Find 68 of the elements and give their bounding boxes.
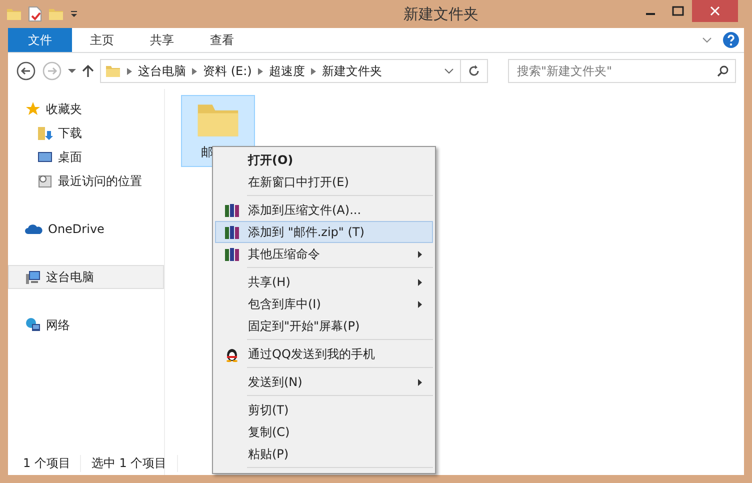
menu-item[interactable]: 发送到(N) bbox=[215, 371, 433, 393]
ribbon-tab[interactable]: 共享 bbox=[136, 28, 188, 52]
refresh-icon[interactable] bbox=[467, 64, 481, 78]
submenu-arrow-icon bbox=[418, 378, 422, 386]
document-check-icon bbox=[28, 6, 42, 22]
submenu-arrow-icon bbox=[418, 278, 422, 286]
breadcrumb[interactable]: 资料 (E:) bbox=[203, 62, 252, 80]
menu-item[interactable]: 添加到 "邮件.zip" (T) bbox=[215, 221, 433, 243]
cloud-icon bbox=[25, 222, 43, 236]
star-icon bbox=[25, 101, 41, 117]
menu-item[interactable]: 在新窗口中打开(E) bbox=[215, 171, 433, 193]
folder-icon bbox=[48, 6, 64, 22]
breadcrumb[interactable]: 超速度 bbox=[268, 62, 305, 80]
help-icon[interactable] bbox=[722, 31, 740, 49]
breadcrumb-arrow-icon bbox=[192, 68, 197, 74]
penguin-icon bbox=[224, 346, 240, 362]
breadcrumb-arrow-icon bbox=[127, 68, 132, 74]
download-folder-icon bbox=[37, 125, 53, 141]
chevron-down-icon bbox=[702, 36, 712, 44]
ribbon-tab[interactable]: 文件 bbox=[8, 28, 72, 52]
breadcrumb-arrow-icon bbox=[310, 68, 316, 74]
menu-item[interactable]: 包含到库中(I) bbox=[215, 293, 433, 315]
menu-item[interactable]: 剪切(T) bbox=[215, 399, 433, 421]
books-icon bbox=[224, 202, 240, 218]
recent-places-icon bbox=[37, 173, 53, 189]
status-text: 选中 1 个项目 bbox=[81, 454, 178, 472]
network-icon bbox=[25, 317, 41, 333]
maximize-icon bbox=[672, 6, 684, 16]
menu-item[interactable]: 固定到"开始"屏幕(P) bbox=[215, 315, 433, 337]
breadcrumb[interactable]: 新建文件夹 bbox=[322, 62, 382, 80]
search-icon bbox=[717, 65, 729, 77]
sidebar-item[interactable]: 桌面 bbox=[8, 145, 164, 169]
computer-icon bbox=[25, 269, 41, 285]
menu-item[interactable]: 复制(C) bbox=[215, 421, 433, 443]
up-arrow-icon[interactable] bbox=[82, 64, 94, 78]
chevron-down-icon bbox=[444, 67, 454, 75]
breadcrumb-arrow-icon bbox=[258, 68, 263, 74]
sidebar-item[interactable]: 最近访问的位置 bbox=[8, 169, 164, 193]
folder-icon bbox=[6, 6, 22, 22]
folder-icon bbox=[105, 63, 121, 79]
sidebar-item[interactable]: 这台电脑 bbox=[8, 265, 164, 289]
status-text: 1 个项目 bbox=[13, 454, 82, 472]
minimize-icon bbox=[646, 13, 654, 15]
close-icon bbox=[710, 6, 720, 16]
ribbon-tab[interactable]: 查看 bbox=[196, 28, 248, 52]
close-button[interactable] bbox=[692, 0, 738, 22]
breadcrumb[interactable]: 这台电脑 bbox=[138, 62, 186, 80]
submenu-arrow-icon bbox=[418, 250, 422, 258]
menu-item[interactable]: 其他压缩命令 bbox=[215, 243, 433, 265]
menu-item[interactable]: 通过QQ发送到我的手机 bbox=[215, 343, 433, 365]
sidebar-item[interactable]: 下载 bbox=[8, 121, 164, 145]
sidebar-item[interactable]: 网络 bbox=[8, 313, 164, 337]
dropdown-icon bbox=[70, 10, 78, 18]
books-icon bbox=[224, 224, 240, 240]
window-title: 新建文件夹 bbox=[402, 4, 480, 24]
submenu-arrow-icon bbox=[418, 300, 422, 308]
books-icon bbox=[224, 246, 240, 262]
sidebar-item[interactable]: OneDrive bbox=[8, 217, 164, 241]
address-bar[interactable]: 这台电脑 资料 (E:) 超速度 新建文件夹 bbox=[100, 59, 488, 83]
menu-item[interactable]: 共享(H) bbox=[215, 271, 433, 293]
monitor-icon bbox=[37, 149, 53, 165]
menu-item[interactable]: 添加到压缩文件(A)... bbox=[215, 199, 433, 221]
search-field[interactable]: 搜索"新建文件夹" bbox=[508, 59, 736, 83]
sidebar-item[interactable]: 收藏夹 bbox=[8, 97, 164, 121]
recent-locations-dropdown-icon[interactable] bbox=[68, 68, 76, 74]
ribbon-tab[interactable]: 主页 bbox=[76, 28, 128, 52]
back-button[interactable] bbox=[16, 61, 36, 81]
menu-item[interactable]: 粘贴(P) bbox=[215, 443, 433, 465]
